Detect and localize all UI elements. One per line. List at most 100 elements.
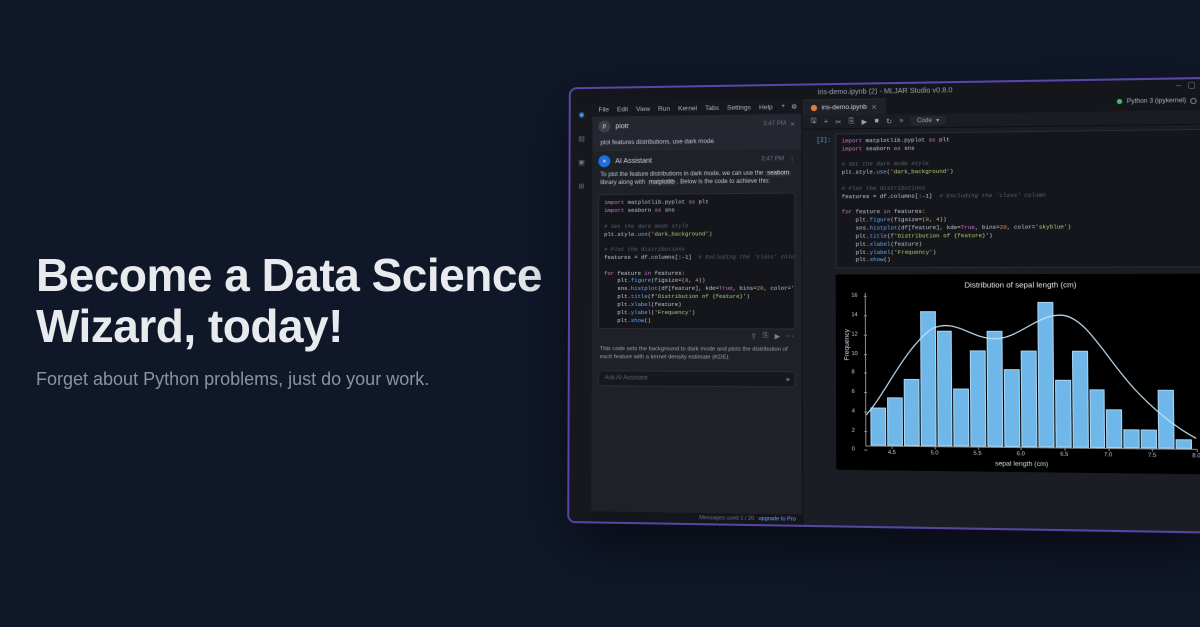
- chart-xtick: 8.0: [1192, 453, 1200, 459]
- menu-file[interactable]: File: [598, 106, 608, 113]
- chart-bar: [987, 331, 1004, 448]
- menu-view[interactable]: View: [636, 105, 650, 112]
- notebook-panel: ⬤ iris-demo.ipynb ✕ Python 3 (ipykernel)…: [802, 93, 1200, 531]
- upgrade-link[interactable]: upgrade to Pro: [758, 516, 796, 523]
- cell-code[interactable]: import matplotlib.pyplot as plt import s…: [835, 129, 1200, 269]
- kernel-indicator[interactable]: Python 3 (ipykernel) ≡: [1117, 97, 1200, 106]
- chart-bar: [920, 311, 936, 446]
- chart-ytick: 16: [851, 293, 857, 299]
- chart-bar: [870, 407, 886, 446]
- chart-ytick: 8: [852, 370, 855, 376]
- chat-code-block: import matplotlib.pyplot as plt import s…: [598, 193, 796, 330]
- chart-bar: [1055, 379, 1072, 448]
- app-window: iris-demo.ipynb (2) - MLJAR Studio v0.8.…: [569, 79, 1200, 532]
- activity-bar: ◉ ▤ ▣ ⊞: [569, 103, 592, 522]
- chart-plot-area: Frequency 02468101214164.55.05.56.06.57.…: [865, 293, 1197, 450]
- cell-type-select[interactable]: Code ▾: [911, 116, 946, 126]
- kernel-busy-ring-icon: [1190, 97, 1197, 103]
- chart-bar: [1176, 439, 1192, 449]
- code-action-copy-icon[interactable]: ⎘: [763, 333, 769, 341]
- ask-ai-placeholder: Ask AI Assistant: [605, 375, 648, 381]
- chart-bar: [1021, 350, 1038, 447]
- chart-bar: [970, 350, 986, 447]
- chart-ytick: 6: [852, 389, 855, 395]
- chart-bar: [1004, 369, 1020, 447]
- chart-bar: [954, 388, 970, 446]
- chart-xtick: 7.5: [1148, 453, 1156, 459]
- code-action-run-icon[interactable]: ▶: [775, 333, 781, 341]
- chat-user-time: 3:47 PM: [763, 121, 786, 128]
- run-all-icon[interactable]: »: [899, 117, 903, 124]
- menu-help[interactable]: Help: [759, 104, 773, 111]
- hero-title: Become a Data Science Wizard, today!: [36, 250, 556, 351]
- activity-ext-icon[interactable]: ⊞: [575, 180, 587, 192]
- menu-kernel[interactable]: Kernel: [678, 105, 697, 112]
- hero-subtitle: Forget about Python problems, just do yo…: [36, 369, 556, 390]
- chart-bar: [887, 398, 903, 446]
- menu-settings[interactable]: Settings: [727, 104, 751, 111]
- notebook-tab-close-icon[interactable]: ✕: [871, 103, 877, 111]
- code-cell[interactable]: [2]: import matplotlib.pyplot as plt imp…: [809, 129, 1200, 269]
- chart-xtick: 6.5: [1060, 452, 1068, 458]
- settings-gear-icon[interactable]: ⚙: [791, 103, 797, 111]
- chart-xtick: 6.0: [1017, 451, 1025, 457]
- activity-run-icon[interactable]: ▣: [575, 156, 587, 168]
- chart-bar: [1072, 350, 1089, 448]
- ask-ai-input[interactable]: Ask AI Assistant ➤: [598, 370, 796, 387]
- chart-bar: [1124, 429, 1140, 449]
- window-maximize-icon[interactable]: ▢: [1187, 80, 1195, 89]
- code-action-insert-icon[interactable]: ⇪: [751, 333, 757, 341]
- kernel-status-dot-icon: [1117, 99, 1122, 104]
- menu-edit[interactable]: Edit: [617, 106, 628, 113]
- user-avatar-icon: p: [598, 120, 610, 132]
- copy-icon[interactable]: ⎘: [849, 118, 855, 126]
- run-icon[interactable]: ▶: [862, 117, 868, 125]
- add-cell-icon[interactable]: +: [824, 118, 828, 125]
- chart-bar: [1089, 389, 1106, 448]
- chart-xtick: 7.0: [1104, 452, 1112, 458]
- chart-xtick: 5.0: [931, 451, 939, 457]
- chat-code-toolbar: ⇪ ⎘ ▶ ⋯: [592, 332, 802, 345]
- window-title: iris-demo.ipynb (2) - MLJAR Studio v0.8.…: [818, 87, 953, 96]
- ai-avatar-icon: ✦: [598, 155, 610, 167]
- chat-assistant-header: ✦ AI Assistant 3:47 PM ⋮: [592, 149, 801, 169]
- chat-assistant-name: AI Assistant: [615, 157, 652, 164]
- send-icon[interactable]: ➤: [785, 376, 790, 383]
- chart-ytick: 0: [852, 447, 855, 453]
- restart-icon[interactable]: ↻: [886, 117, 892, 125]
- notebook-tab-label: iris-demo.ipynb: [822, 104, 867, 112]
- chat-assistant-intro: To plot the feature distributions in dar…: [592, 167, 801, 191]
- chevron-down-icon: ▾: [936, 117, 939, 124]
- cell-prompt: [2]:: [809, 134, 832, 269]
- chart-ytick: 4: [852, 408, 855, 414]
- chart-bar: [1106, 409, 1122, 448]
- stop-icon[interactable]: ■: [874, 118, 878, 125]
- menu-run[interactable]: Run: [658, 105, 670, 112]
- chart-xtick: 5.5: [973, 451, 981, 457]
- chat-user-name: piotr: [615, 123, 629, 130]
- new-launcher-icon[interactable]: +: [781, 103, 785, 111]
- chart-bar: [1141, 429, 1157, 449]
- activity-chat-icon[interactable]: ◉: [576, 109, 588, 121]
- chart-output: Distribution of sepal length (cm) Freque…: [836, 274, 1200, 475]
- chat-user-close-icon[interactable]: ✕: [790, 120, 795, 127]
- kernel-label: Python 3 (ipykernel): [1127, 97, 1186, 105]
- chat-assistant-time: 3:47 PM: [761, 156, 784, 163]
- chart-xlabel: sepal length (cm): [845, 459, 1200, 470]
- chart-bar: [1158, 390, 1175, 449]
- code-action-more-icon[interactable]: ⋯: [786, 333, 793, 341]
- chart-bar: [937, 330, 953, 446]
- chat-assistant-outro: This code sets the background to dark mo…: [592, 345, 802, 368]
- chat-assistant-more-icon[interactable]: ⋮: [789, 156, 795, 163]
- notebook-tab[interactable]: ⬤ iris-demo.ipynb ✕: [802, 98, 885, 115]
- save-icon[interactable]: 🖫: [811, 117, 817, 128]
- chart-xtick: 4.5: [888, 450, 896, 456]
- chart-bar: [903, 379, 919, 447]
- chat-user-header: p piotr 3:47 PM ✕: [592, 114, 801, 137]
- chart-title: Distribution of sepal length (cm): [844, 280, 1200, 290]
- chart-ytick: 14: [851, 312, 857, 318]
- window-minimize-icon[interactable]: –: [1176, 80, 1181, 89]
- activity-files-icon[interactable]: ▤: [576, 133, 588, 145]
- menu-tabs[interactable]: Tabs: [705, 104, 719, 111]
- cut-icon[interactable]: ✂: [835, 118, 841, 126]
